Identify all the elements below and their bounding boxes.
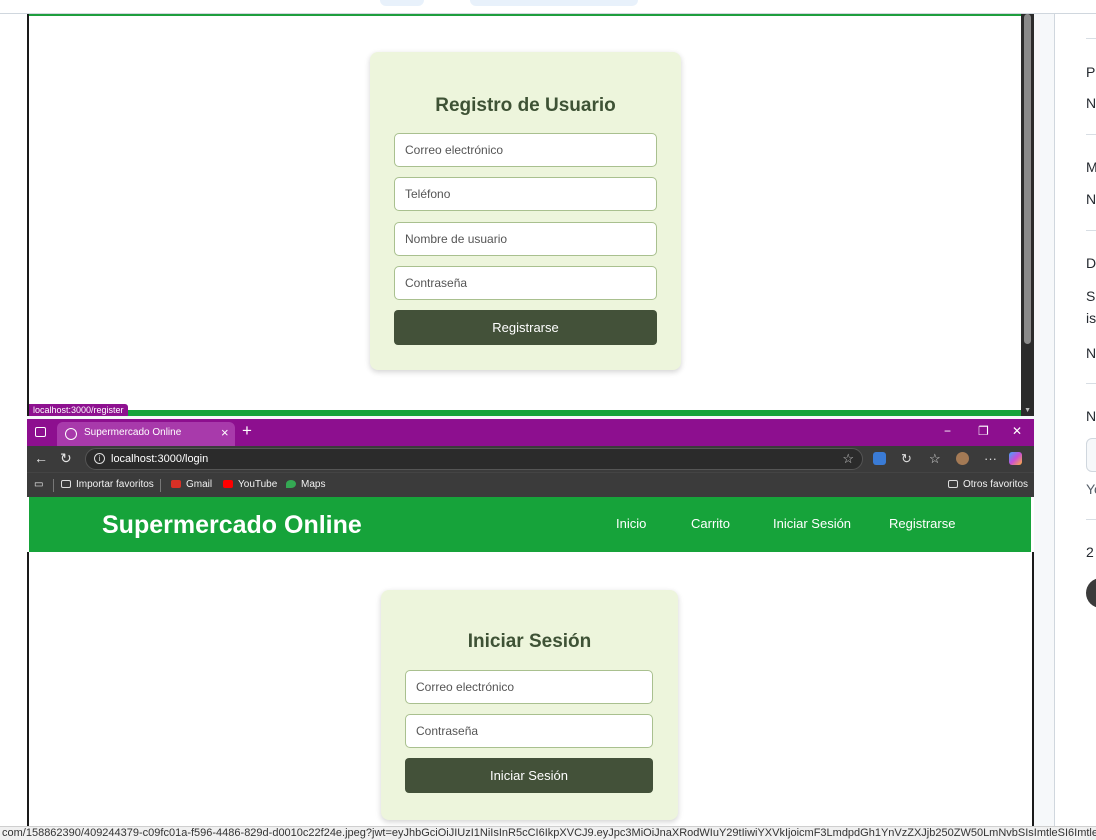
back-icon[interactable]: ← [34, 450, 48, 466]
bookmark-youtube[interactable]: YouTube [223, 479, 277, 490]
bookmark-gmail-label: Gmail [186, 479, 213, 490]
username-field[interactable]: Nombre de usuario [394, 222, 657, 256]
favorites-icon[interactable]: ☆ [929, 451, 941, 467]
email-field[interactable]: Correo electrónico [394, 133, 657, 167]
login-button[interactable]: Iniciar Sesión [405, 758, 653, 793]
top-strip [0, 0, 1096, 14]
bookmark-maps[interactable]: Maps [286, 479, 325, 490]
import-favorites[interactable]: Importar favoritos [61, 479, 154, 490]
login-page-body: Iniciar Sesión Correo electrónico Contra… [27, 552, 1034, 826]
scrollbar-thumb[interactable] [1024, 14, 1031, 344]
site-brand[interactable]: Supermercado Online [102, 511, 362, 540]
left-gutter [0, 0, 27, 826]
login-browser-window: Supermercado Online × + − ❐ ✕ ← ↻ i loca… [27, 419, 1034, 826]
status-bar-url: com/158862390/409244379-c09fc01a-f596-44… [0, 826, 1096, 840]
side-label: D [1086, 255, 1096, 271]
tab-bar: Supermercado Online × + − ❐ ✕ [27, 419, 1034, 446]
side-label: M [1086, 159, 1096, 175]
login-card: Iniciar Sesión Correo electrónico Contra… [381, 590, 678, 820]
right-side-panel: Pr N M N D Su is N N Yo 2 [1054, 14, 1096, 826]
bookmark-gmail[interactable]: Gmail [171, 479, 212, 490]
bottom-border [29, 410, 1021, 416]
scroll-down-arrow-icon[interactable]: ▼ [1024, 407, 1031, 414]
top-pill [470, 0, 638, 6]
register-button[interactable]: Registrarse [394, 310, 657, 345]
tab-actions-icon[interactable] [35, 427, 46, 437]
phone-field[interactable]: Teléfono [394, 177, 657, 211]
side-label: Yo [1086, 481, 1096, 497]
restore-icon[interactable]: ❐ [978, 424, 989, 438]
tab-supermercado[interactable]: Supermercado Online × [57, 422, 235, 446]
other-favorites-label: Otros favoritos [963, 479, 1029, 490]
scrollbar[interactable]: ▼ [1021, 14, 1034, 416]
divider [1086, 134, 1096, 135]
import-icon [61, 480, 71, 488]
refresh-extension-icon[interactable]: ↻ [901, 451, 912, 467]
divider [1086, 38, 1096, 39]
address-bar[interactable]: i localhost:3000/login ☆ [85, 448, 863, 470]
tab-title: Supermercado Online [84, 427, 182, 438]
register-card: Registro de Usuario Correo electrónico T… [370, 52, 681, 370]
nav-carrito[interactable]: Carrito [691, 516, 730, 531]
other-favorites[interactable]: Otros favoritos [948, 479, 1028, 490]
bookmark-divider [160, 479, 161, 492]
side-label: is [1086, 310, 1096, 326]
register-viewport: Registro de Usuario Correo electrónico T… [27, 14, 1034, 416]
divider [1086, 230, 1096, 231]
side-label: N [1086, 408, 1096, 424]
reload-icon[interactable]: ↻ [60, 450, 72, 467]
side-label: Pr [1086, 64, 1096, 80]
bookmark-toggle-icon[interactable]: ▭ [34, 479, 43, 490]
register-title: Registro de Usuario [435, 95, 616, 116]
bookmarks-bar: ▭ Importar favoritos Gmail YouTube Maps … [27, 472, 1034, 497]
more-menu-icon[interactable]: ··· [984, 451, 997, 466]
bookmark-youtube-label: YouTube [238, 479, 278, 490]
status-link-preview: localhost:3000/register [29, 404, 128, 416]
divider [1086, 383, 1096, 384]
bookmark-maps-label: Maps [301, 479, 326, 490]
site-navbar: Supermercado Online Inicio Carrito Inici… [29, 497, 1031, 552]
side-label: N [1086, 345, 1096, 361]
minimize-icon[interactable]: − [944, 424, 951, 438]
maps-icon [286, 480, 296, 488]
copilot-icon[interactable] [1009, 452, 1022, 465]
side-label: Su [1086, 288, 1096, 304]
new-tab-icon[interactable]: + [242, 421, 252, 441]
youtube-icon [223, 480, 233, 488]
side-label: N [1086, 95, 1096, 111]
bookmark-divider [53, 479, 54, 492]
login-title: Iniciar Sesión [467, 631, 592, 652]
address-url[interactable]: localhost:3000/login [111, 453, 208, 465]
folder-icon [948, 480, 958, 488]
top-border [29, 14, 1021, 16]
screen: Registro de Usuario Correo electrónico T… [0, 0, 1096, 840]
profile-avatar-icon[interactable] [956, 452, 969, 465]
side-input[interactable] [1086, 438, 1096, 472]
close-window-icon[interactable]: ✕ [1012, 424, 1022, 438]
favorite-star-icon[interactable]: ☆ [842, 451, 854, 467]
top-pill [380, 0, 424, 6]
toolbar: ← ↻ i localhost:3000/login ☆ ↻ ☆ ··· [27, 446, 1034, 472]
info-icon[interactable]: i [94, 453, 105, 464]
login-email-field[interactable]: Correo electrónico [405, 670, 653, 704]
globe-icon [65, 428, 77, 440]
login-password-field[interactable]: Contraseña [405, 714, 653, 748]
gmail-icon [171, 480, 181, 488]
divider [1086, 519, 1096, 520]
extension-icon[interactable] [873, 452, 886, 465]
nav-inicio[interactable]: Inicio [616, 516, 646, 531]
side-label: 2 [1086, 544, 1094, 560]
side-label: N [1086, 191, 1096, 207]
close-tab-icon[interactable]: × [221, 425, 229, 440]
nav-iniciar-sesion[interactable]: Iniciar Sesión [773, 516, 851, 531]
import-favorites-label: Importar favoritos [76, 479, 154, 490]
nav-registrarse[interactable]: Registrarse [889, 516, 955, 531]
avatar[interactable] [1086, 578, 1096, 608]
password-field[interactable]: Contraseña [394, 266, 657, 300]
